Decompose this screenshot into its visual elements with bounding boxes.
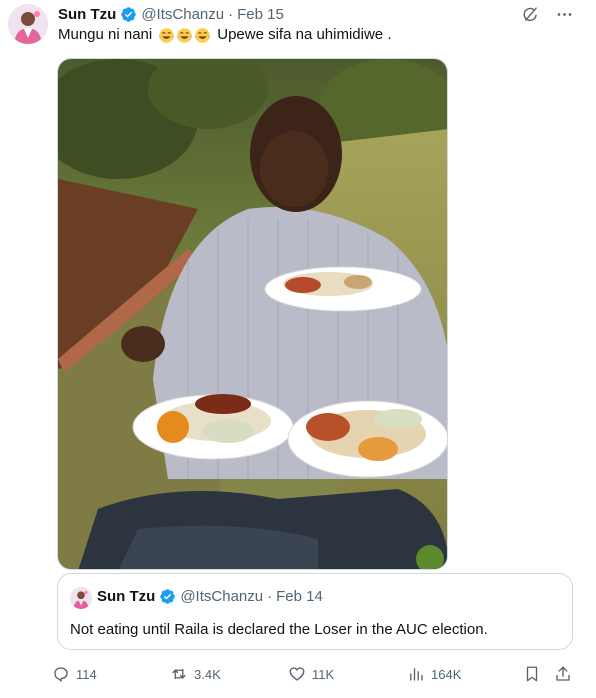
bookmark-icon — [526, 666, 538, 682]
author-handle[interactable]: @ItsChanzu — [141, 6, 224, 23]
header-icons — [520, 4, 574, 24]
quoted-author-handle: @ItsChanzu — [180, 588, 264, 605]
views-count: 164K — [431, 666, 462, 682]
verified-badge-icon — [159, 588, 176, 605]
emoji-group — [158, 27, 211, 44]
tweet-text-after: Upewe sifa na uhimidiwe . — [217, 26, 392, 43]
grok-icon[interactable] — [520, 4, 540, 24]
share-button[interactable] — [554, 662, 572, 686]
quoted-author-avatar — [70, 587, 92, 609]
verified-badge-icon — [120, 6, 137, 23]
share-icon — [556, 666, 570, 681]
quoted-tweet[interactable]: Sun Tzu @ItsChanzu · Feb 14 Not eating u… — [57, 573, 573, 650]
repost-button[interactable]: 3.4K — [170, 662, 221, 686]
repost-icon — [172, 668, 186, 680]
reply-button[interactable]: 114 — [52, 662, 97, 686]
views-icon — [410, 668, 423, 681]
author-avatar[interactable] — [8, 4, 48, 44]
tweet-header: Sun Tzu @ItsChanzu · Feb 15 — [58, 4, 284, 24]
heart-icon — [289, 667, 305, 681]
more-icon[interactable] — [554, 4, 574, 24]
tweet-text: Mungu ni nani Upewe sifa na uhimidiwe . — [58, 25, 392, 45]
tweet-date[interactable]: Feb 15 — [237, 6, 284, 23]
quoted-tweet-text: Not eating until Raila is declared the L… — [70, 621, 488, 638]
bookmark-button[interactable] — [523, 662, 541, 686]
separator-dot: · — [267, 588, 273, 605]
views-button[interactable]: 164K — [407, 662, 461, 686]
like-count: 11K — [312, 666, 335, 682]
repost-count: 3.4K — [194, 666, 221, 682]
separator-dot: · — [228, 5, 234, 23]
reply-count: 114 — [76, 666, 97, 682]
tweet: Sun Tzu @ItsChanzu · Feb 15 Mungu ni nan… — [0, 0, 596, 698]
author-name[interactable]: Sun Tzu — [58, 6, 116, 23]
reply-icon — [54, 667, 68, 683]
face-with-tears-of-joy-icon — [177, 27, 192, 43]
like-button[interactable]: 11K — [288, 662, 334, 686]
quoted-author-name: Sun Tzu — [97, 588, 156, 605]
face-with-tears-of-joy-icon — [195, 27, 210, 43]
face-with-tears-of-joy-icon — [159, 27, 174, 43]
quoted-tweet-header: Sun Tzu @ItsChanzu · Feb 14 — [97, 588, 323, 605]
action-bar: 114 3.4K 11K 164K — [52, 662, 577, 686]
quoted-tweet-date: Feb 14 — [276, 588, 323, 605]
tweet-text-before: Mungu ni nani — [58, 26, 153, 43]
tweet-photo[interactable] — [57, 58, 448, 570]
